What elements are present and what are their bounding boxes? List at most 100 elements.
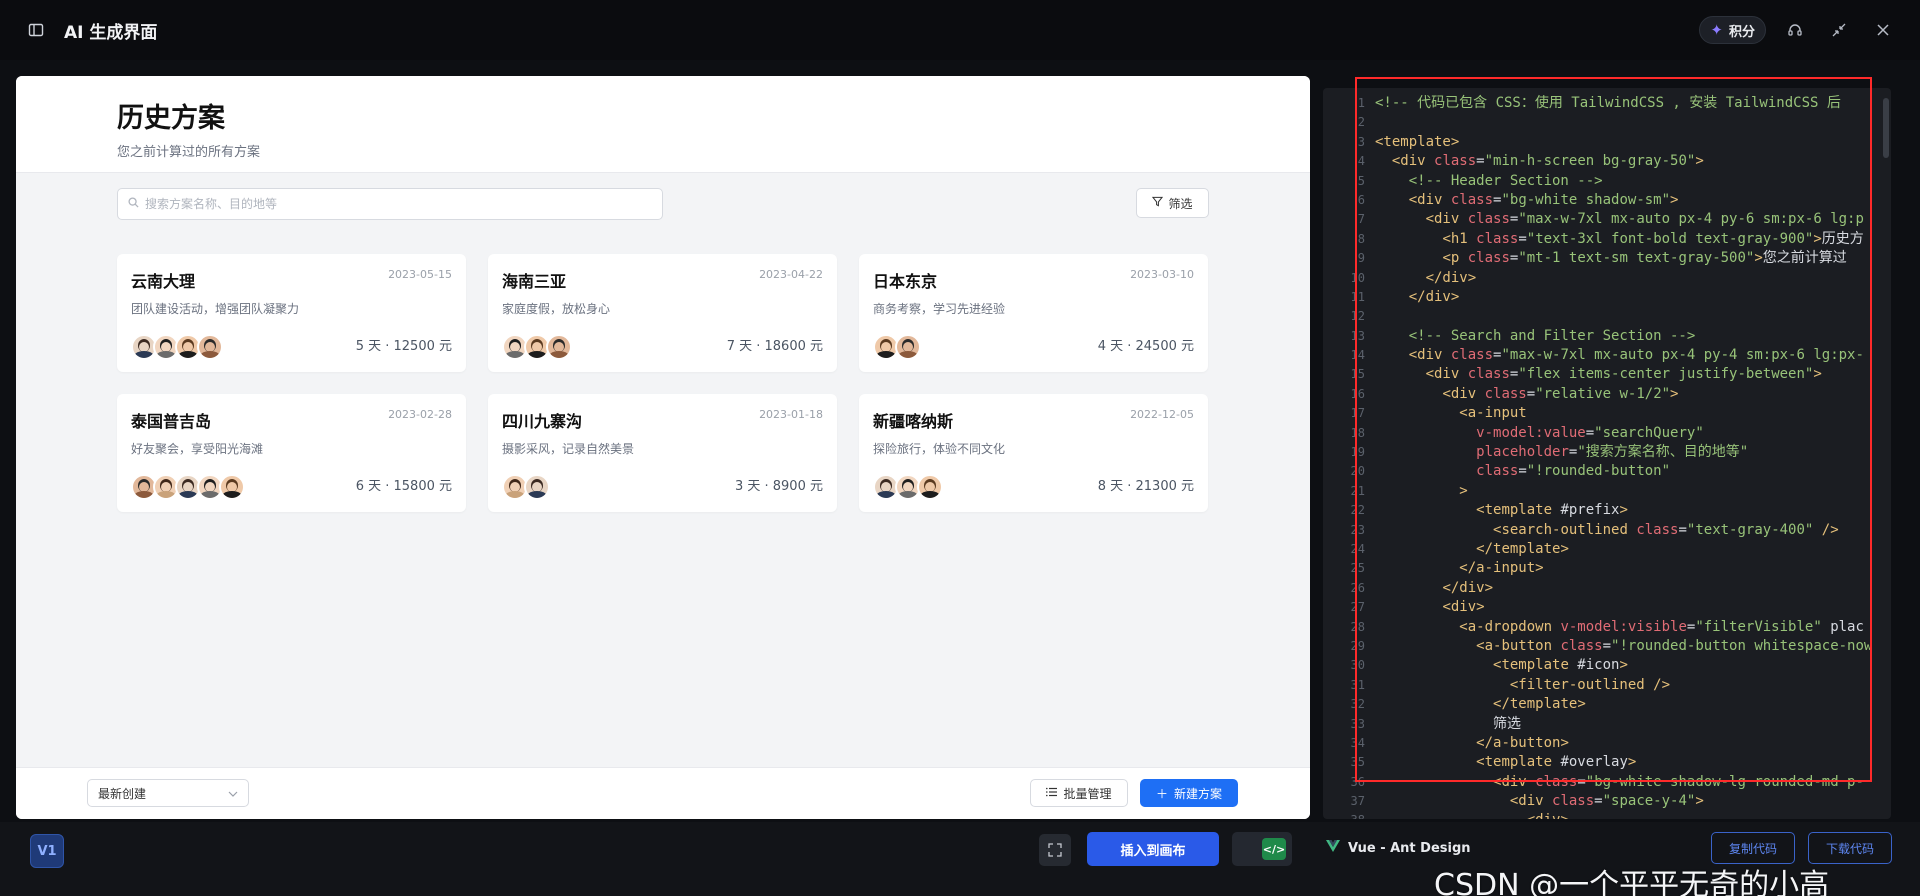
batch-manage-label: 批量管理 bbox=[1063, 786, 1112, 801]
plan-card-description: 团队建设活动，增强团队凝聚力 bbox=[131, 302, 300, 316]
plan-card-meta: 6 天 · 15800 元 bbox=[355, 479, 452, 494]
code-text: <template> bbox=[1375, 133, 1460, 150]
plan-card-date: 2023-02-28 bbox=[388, 408, 452, 421]
plan-card-description: 摄影采风，记录自然美景 bbox=[502, 442, 635, 456]
code-text: <a-button class="!rounded-button whitesp… bbox=[1476, 637, 1873, 654]
code-line: 30 <template #icon> bbox=[1323, 656, 1891, 675]
code-line: 4 <div class="min-h-screen bg-gray-50"> bbox=[1323, 152, 1891, 171]
batch-manage-button[interactable]: 批量管理 bbox=[1030, 779, 1128, 807]
line-number: 10 bbox=[1350, 270, 1365, 285]
plan-card-avatars bbox=[131, 474, 245, 500]
plan-card[interactable]: 泰国普吉岛 2023-02-28 好友聚会，享受阳光海滩 6 天 · 15800 元 bbox=[117, 394, 466, 512]
code-text: <div class="bg-white shadow-sm"> bbox=[1408, 191, 1679, 208]
code-line: 25 </a-input> bbox=[1323, 559, 1891, 578]
code-line: 21 > bbox=[1323, 482, 1891, 501]
line-number: 19 bbox=[1350, 445, 1365, 460]
app-title: AI 生成界面 bbox=[64, 22, 158, 43]
code-line: 23 <search-outlined class="text-gray-400… bbox=[1323, 521, 1891, 540]
line-number: 24 bbox=[1350, 541, 1365, 556]
plan-card[interactable]: 日本东京 2023-03-10 商务考察，学习先进经验 4 天 · 24500 元 bbox=[859, 254, 1208, 372]
code-line: 8 <h1 class="text-3xl font-bold text-gra… bbox=[1323, 230, 1891, 249]
plan-card-date: 2023-01-18 bbox=[759, 408, 823, 421]
vue-logo-icon bbox=[1326, 840, 1340, 856]
code-text: <div class="flex items-center justify-be… bbox=[1425, 366, 1822, 383]
plan-card[interactable]: 四川九寨沟 2023-01-18 摄影采风，记录自然美景 3 天 · 8900 元 bbox=[488, 394, 837, 512]
code-text: <a-input bbox=[1459, 405, 1527, 422]
page-subtitle: 您之前计算过的所有方案 bbox=[117, 145, 261, 160]
code-scrollbar[interactable] bbox=[1883, 98, 1889, 158]
code-line: 18 v-model:value="searchQuery" bbox=[1323, 424, 1891, 443]
code-text: <div> bbox=[1442, 599, 1485, 616]
points-button[interactable]: ✦ 积分 bbox=[1699, 16, 1766, 44]
sort-select[interactable]: 最新创建 bbox=[87, 779, 249, 807]
code-text: 筛选 bbox=[1375, 715, 1522, 732]
code-line: 31 <filter-outlined /> bbox=[1323, 676, 1891, 695]
line-number: 20 bbox=[1350, 464, 1365, 479]
plan-card-date: 2023-05-15 bbox=[388, 268, 452, 281]
code-line: 33 筛选 bbox=[1323, 715, 1891, 734]
filter-button[interactable]: 筛选 bbox=[1136, 188, 1209, 218]
fullscreen-icon[interactable] bbox=[1039, 834, 1071, 866]
code-text: </a-input> bbox=[1459, 560, 1544, 577]
line-number: 6 bbox=[1357, 192, 1365, 207]
sort-select-value: 最新创建 bbox=[98, 786, 147, 801]
line-number: 11 bbox=[1350, 289, 1365, 304]
sidebar-toggle-icon[interactable] bbox=[22, 16, 50, 44]
plan-card[interactable]: 云南大理 2023-05-15 团队建设活动，增强团队凝聚力 5 天 · 12500 … bbox=[117, 254, 466, 372]
code-line: 28 <a-dropdown v-model:visible="filterVi… bbox=[1323, 618, 1891, 637]
line-number: 28 bbox=[1350, 619, 1365, 634]
insert-to-canvas-button[interactable]: 插入到画布 bbox=[1087, 832, 1219, 866]
line-number: 9 bbox=[1357, 251, 1365, 266]
close-icon[interactable] bbox=[1868, 15, 1898, 45]
code-editor[interactable]: 1 <!-- 代码已包含 CSS：使用 TailwindCSS , 安装 Tail… bbox=[1323, 88, 1891, 819]
bottom-toolbar: V1 插入到画布 </> Vue - Ant Design 复制代码 下载代码 … bbox=[0, 822, 1920, 896]
code-text: <template #overlay> bbox=[1476, 754, 1637, 771]
code-text: <div class="bg-white shadow-lg rounded-m… bbox=[1493, 773, 1864, 790]
line-number: 36 bbox=[1350, 774, 1365, 789]
code-text: <template #prefix> bbox=[1476, 502, 1628, 519]
line-number: 1 bbox=[1357, 96, 1365, 110]
line-number: 35 bbox=[1350, 755, 1365, 770]
avatar bbox=[197, 334, 223, 360]
code-line: 1 <!-- 代码已包含 CSS：使用 TailwindCSS , 安装 Tail… bbox=[1323, 94, 1891, 113]
watermark: CSDN @一个平平无奇的小高 bbox=[1434, 868, 1830, 896]
line-number: 16 bbox=[1350, 386, 1365, 401]
code-text: <div class="max-w-7xl mx-auto px-4 py-4 … bbox=[1408, 347, 1864, 364]
page-header: 历史方案 您之前计算过的所有方案 bbox=[16, 76, 1310, 173]
code-text: </template> bbox=[1493, 696, 1586, 713]
code-view-toggle[interactable]: </> bbox=[1232, 832, 1292, 866]
code-text: </div> bbox=[1408, 288, 1460, 305]
plan-card-avatars bbox=[873, 334, 921, 360]
code-text: </template> bbox=[1476, 540, 1569, 557]
collapse-icon[interactable] bbox=[1824, 15, 1854, 45]
code-text: placeholder="搜索方案名称、目的地等" bbox=[1476, 444, 1749, 461]
plan-card[interactable]: 新疆喀纳斯 2022-12-05 探险旅行，体验不同文化 8 天 · 21300 元 bbox=[859, 394, 1208, 512]
code-line: 14 <div class="max-w-7xl mx-auto px-4 py… bbox=[1323, 346, 1891, 365]
framework-selector[interactable]: Vue - Ant Design bbox=[1326, 840, 1471, 856]
code-text: > bbox=[1459, 482, 1468, 499]
search-input[interactable] bbox=[145, 197, 625, 211]
code-line: 38 <div> bbox=[1323, 811, 1891, 819]
code-line: 12 bbox=[1323, 307, 1891, 326]
plus-icon: ＋ bbox=[1155, 786, 1168, 801]
plan-card[interactable]: 海南三亚 2023-04-22 家庭度假，放松身心 7 天 · 18600 元 bbox=[488, 254, 837, 372]
search-box[interactable] bbox=[117, 188, 663, 220]
line-number: 7 bbox=[1357, 212, 1365, 227]
line-number: 21 bbox=[1350, 483, 1365, 498]
plan-card-meta: 4 天 · 24500 元 bbox=[1097, 339, 1194, 354]
line-number: 33 bbox=[1350, 716, 1365, 731]
new-plan-button[interactable]: ＋ 新建方案 bbox=[1140, 779, 1238, 807]
filter-icon bbox=[1152, 196, 1164, 210]
code-line: 13 <!-- Search and Filter Section --> bbox=[1323, 327, 1891, 346]
plan-card-avatars bbox=[873, 474, 943, 500]
code-lines: 1 <!-- 代码已包含 CSS：使用 TailwindCSS , 安装 Tail… bbox=[1323, 94, 1891, 819]
sparkle-icon: ✦ bbox=[1710, 21, 1723, 39]
search-filter-row: 筛选 bbox=[117, 188, 1209, 220]
code-text: <template #icon> bbox=[1493, 657, 1628, 674]
headset-icon[interactable] bbox=[1780, 15, 1810, 45]
list-icon bbox=[1046, 786, 1058, 800]
line-number: 31 bbox=[1350, 677, 1365, 692]
code-text: <filter-outlined /> bbox=[1509, 676, 1671, 693]
version-badge[interactable]: V1 bbox=[30, 834, 64, 868]
